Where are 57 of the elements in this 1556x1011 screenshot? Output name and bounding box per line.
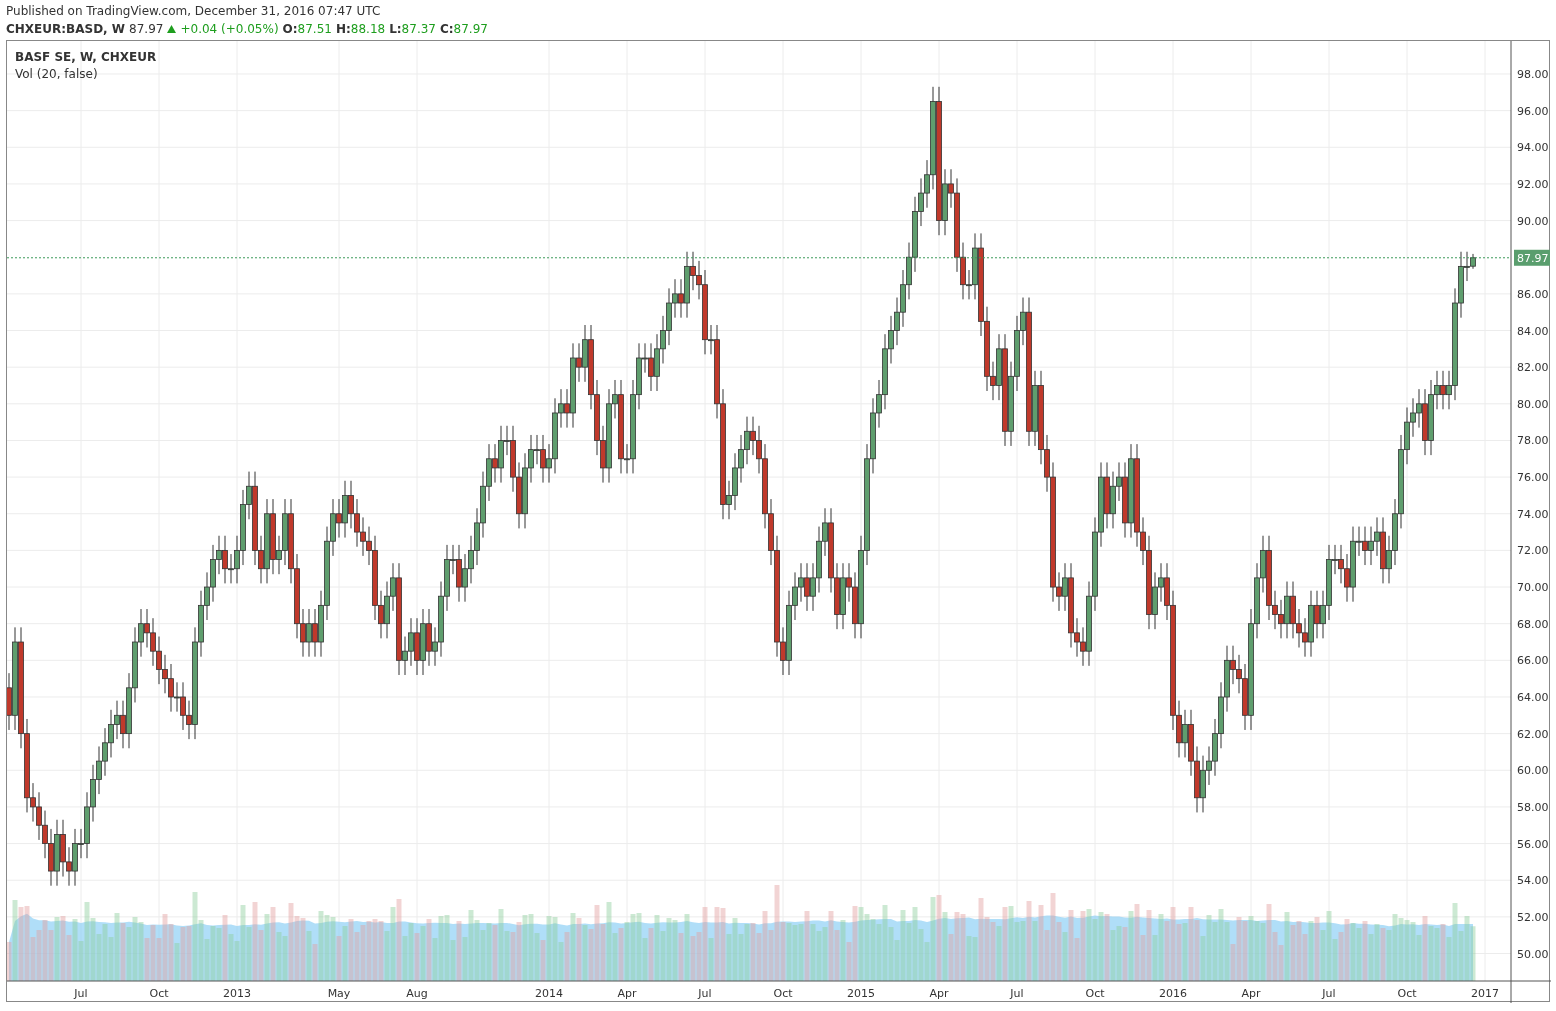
y-axis-label: 72.00 <box>1517 544 1549 558</box>
ohlc-value: 88.18 <box>350 21 386 38</box>
y-axis-label: 58.00 <box>1517 800 1549 814</box>
x-axis-label: Oct <box>1397 987 1417 1000</box>
y-axis-label: 54.00 <box>1517 874 1549 888</box>
ohlc-label: H: <box>335 21 351 38</box>
y-axis-label: 52.00 <box>1517 910 1549 924</box>
y-axis-label: 74.00 <box>1517 507 1549 521</box>
x-axis-label: 2017 <box>1471 987 1499 1000</box>
x-axis-label: 2015 <box>847 987 875 1000</box>
y-axis-label: 66.00 <box>1517 654 1549 668</box>
y-axis-label: 70.00 <box>1517 581 1549 595</box>
x-axis-label: 2014 <box>535 987 563 1000</box>
y-axis-label: 98.00 <box>1517 68 1549 81</box>
price-change: +0.04 (+0.05%) <box>180 21 279 38</box>
x-axis-label: 2016 <box>1159 987 1187 1000</box>
y-axis-label: 82.00 <box>1517 361 1549 375</box>
y-axis-label: 78.00 <box>1517 434 1549 448</box>
last-price-badge: 87.97 <box>1514 249 1550 266</box>
x-axis-label: Oct <box>1085 987 1105 1000</box>
y-axis-label: 96.00 <box>1517 104 1549 118</box>
x-axis-label: Aug <box>406 987 428 1000</box>
y-axis-label: 80.00 <box>1517 397 1549 411</box>
ohlc-value: 87.97 <box>453 21 488 38</box>
y-axis-label: 76.00 <box>1517 471 1549 485</box>
y-axis-label: 64.00 <box>1517 691 1549 704</box>
x-axis-label: Apr <box>929 987 949 1000</box>
y-axis-label: 56.00 <box>1517 837 1549 851</box>
y-axis-label: 92.00 <box>1517 177 1549 191</box>
x-axis-label: Apr <box>1241 987 1261 1000</box>
y-axis-label: 86.00 <box>1517 287 1549 301</box>
x-axis-label: Jul <box>74 987 88 1000</box>
ohlc-value: 87.51 <box>297 21 332 38</box>
y-axis-label: 90.00 <box>1517 214 1549 228</box>
ohlc-label: L: <box>389 21 402 38</box>
x-axis-label: May <box>327 987 351 1000</box>
ohlc-label: C: <box>439 21 454 38</box>
ohlc-value: 87.37 <box>401 21 436 38</box>
published-caption: Published on TradingView.com, December 31, 2016 07:47 UTC <box>6 3 382 20</box>
y-axis-label: 62.00 <box>1517 727 1549 741</box>
legend-text: Vol (20, false) <box>15 66 99 83</box>
x-axis-label: Jul <box>1322 987 1336 1000</box>
y-axis-label: 94.00 <box>1517 141 1549 155</box>
y-axis-label: 60.00 <box>1517 764 1549 778</box>
x-axis-label: Jul <box>1010 987 1024 1000</box>
x-axis-label: 2013 <box>223 987 251 1000</box>
y-axis-label: 84.00 <box>1517 324 1549 338</box>
chart-title: BASF SE, W, CHXEUR <box>15 49 157 66</box>
y-axis-label: 68.00 <box>1517 617 1549 631</box>
x-axis-label: Jul <box>698 987 712 1000</box>
y-axis-label: 50.00 <box>1517 947 1549 961</box>
symbol-label: CHXEUR:BASD, W <box>6 21 126 38</box>
x-axis-label: Oct <box>773 987 793 1000</box>
x-axis-label: Oct <box>149 987 169 1000</box>
x-axis-label: Apr <box>617 987 637 1000</box>
last-price: 87.97 <box>129 21 164 38</box>
ohlc-label: O: <box>282 21 298 38</box>
